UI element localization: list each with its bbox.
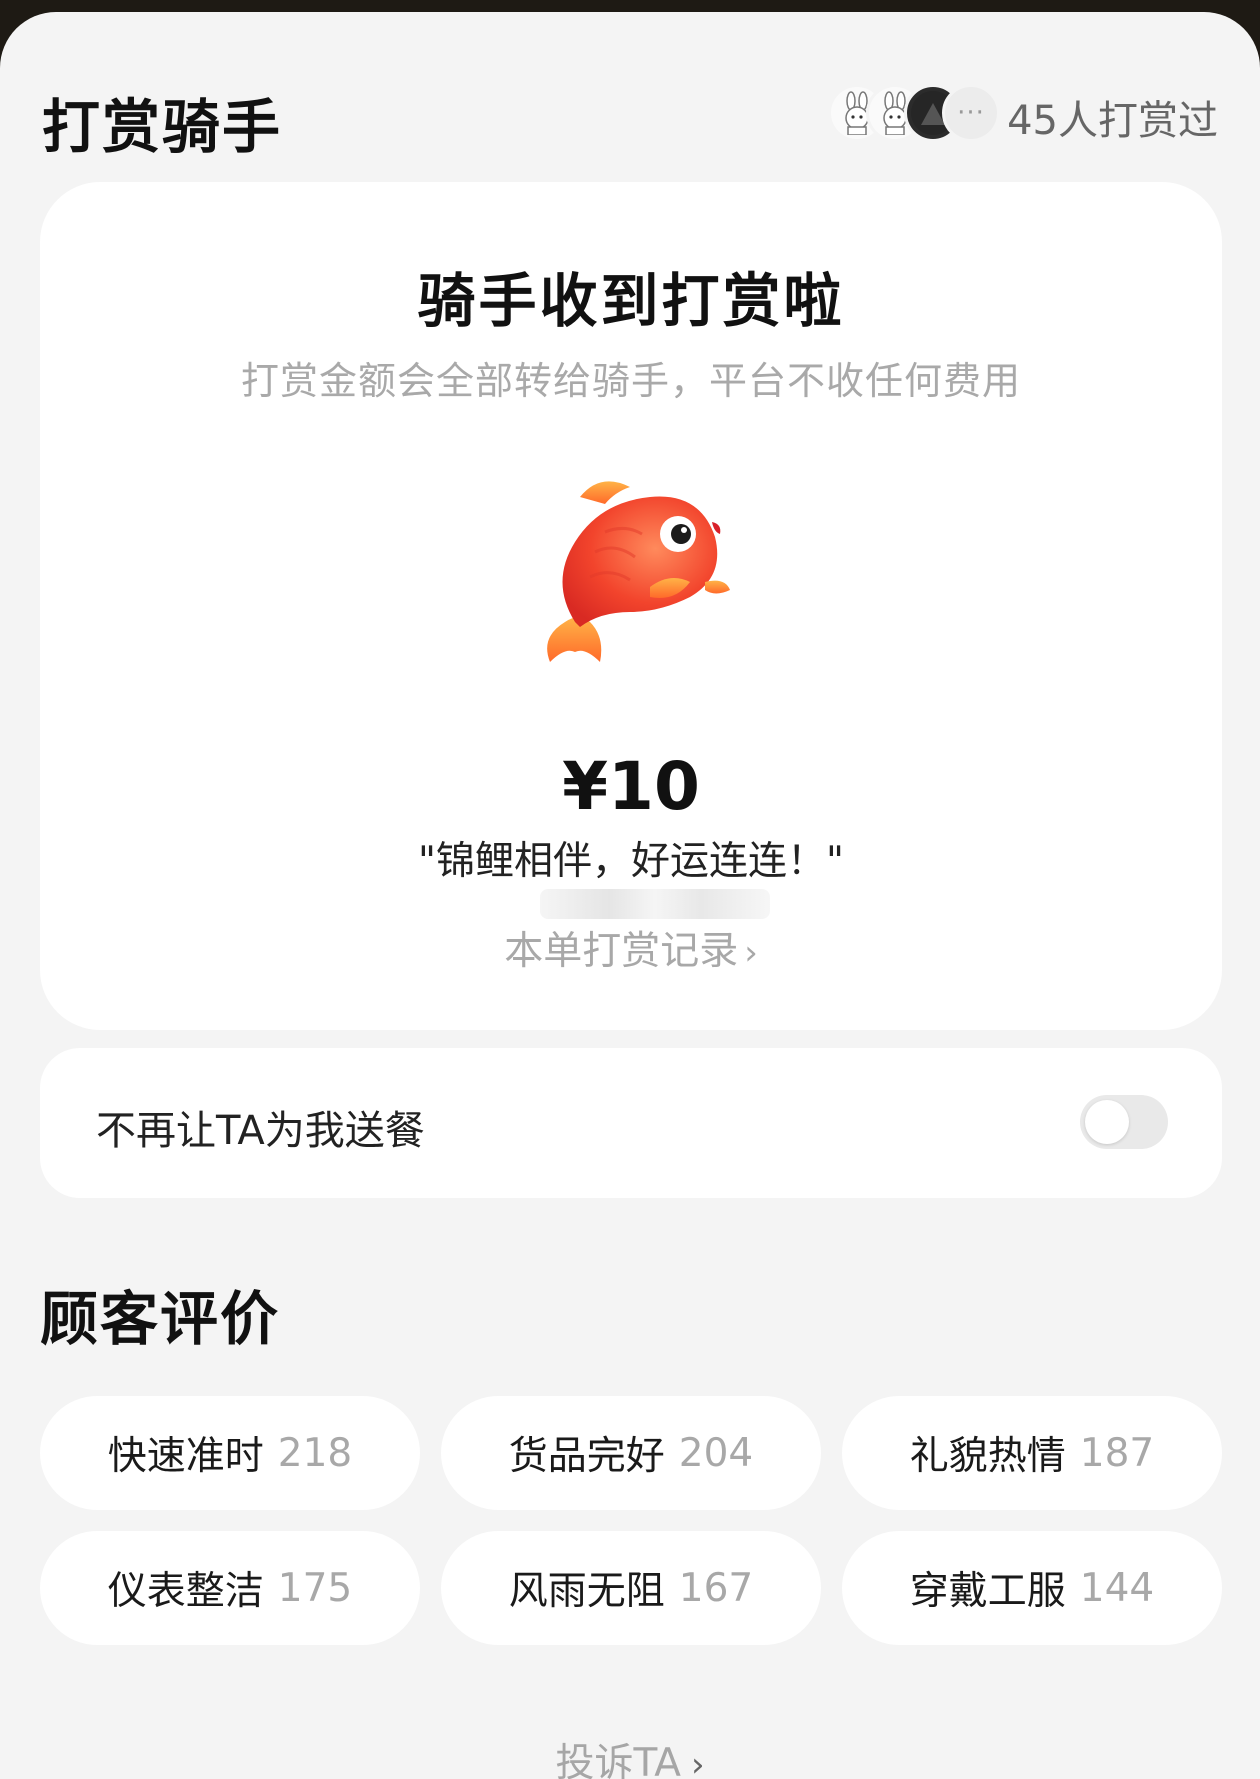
review-tag-label: 穿戴工服 (909, 1569, 1066, 1614)
chevron-right-icon: › (690, 1745, 705, 1779)
review-tag[interactable]: 快速准时 218 (40, 1396, 420, 1510)
review-tag-count: 144 (1079, 1565, 1155, 1611)
tip-received-title: 骑手收到打赏啦 (417, 267, 845, 335)
tip-result-card: 骑手收到打赏啦 打赏金额会全部转给骑手，平台不收任何费用 ¥10 "锦鲤相伴，好… (40, 182, 1222, 1030)
page-title: 打赏骑手 (42, 93, 283, 161)
toggle-knob (1085, 1100, 1129, 1144)
review-tag-count: 187 (1079, 1430, 1155, 1476)
review-tag-label: 风雨无阻 (508, 1569, 665, 1614)
more-avatars-icon: ··· (942, 84, 1000, 142)
koi-fish-icon (547, 481, 730, 662)
review-tag-count: 204 (678, 1430, 754, 1476)
review-tag-count: 175 (277, 1565, 353, 1611)
complain-link[interactable]: 投诉TA › (0, 1732, 1260, 1779)
sheet-header: 打赏骑手 ··· 45人打赏过 (42, 74, 1222, 164)
tip-received-subtitle: 打赏金额会全部转给骑手，平台不收任何费用 (240, 359, 1021, 403)
review-tag[interactable]: 仪表整洁 175 (40, 1531, 420, 1645)
complain-label: 投诉TA (555, 1741, 681, 1779)
reviews-title: 顾客评价 (40, 1285, 281, 1353)
tip-record-link[interactable]: 本单打赏记录 › (40, 920, 1222, 976)
review-tag[interactable]: 穿戴工服 144 (842, 1531, 1222, 1645)
review-tag-label: 货品完好 (508, 1434, 665, 1479)
review-tag-label: 礼貌热情 (909, 1434, 1066, 1479)
review-tag-label: 仪表整洁 (107, 1569, 264, 1614)
block-rider-toggle[interactable] (1080, 1095, 1168, 1149)
tip-amount: ¥10 (562, 748, 700, 825)
review-tag-count: 218 (277, 1430, 353, 1476)
chevron-right-icon: › (744, 933, 758, 973)
tipper-avatars[interactable]: ··· (828, 84, 1000, 142)
review-tag[interactable]: 礼貌热情 187 (842, 1396, 1222, 1510)
review-tag-count: 167 (678, 1565, 754, 1611)
blurred-text (540, 889, 770, 919)
tip-rider-sheet: 打赏骑手 ··· 45人打赏过 骑手收到打赏啦 打赏金额会全部转给骑手，平台不收… (0, 12, 1260, 1779)
tip-count-label[interactable]: 45人打赏过 (1007, 88, 1218, 146)
tip-message: "锦鲤相伴，好运连连！" (418, 839, 844, 884)
block-rider-row: 不再让TA为我送餐 (40, 1048, 1222, 1198)
review-tag[interactable]: 货品完好 204 (441, 1396, 821, 1510)
review-tag[interactable]: 风雨无阻 167 (441, 1531, 821, 1645)
tip-record-label: 本单打赏记录 (504, 929, 739, 974)
review-tag-label: 快速准时 (107, 1434, 264, 1479)
block-rider-label: 不再让TA为我送餐 (96, 1108, 425, 1154)
